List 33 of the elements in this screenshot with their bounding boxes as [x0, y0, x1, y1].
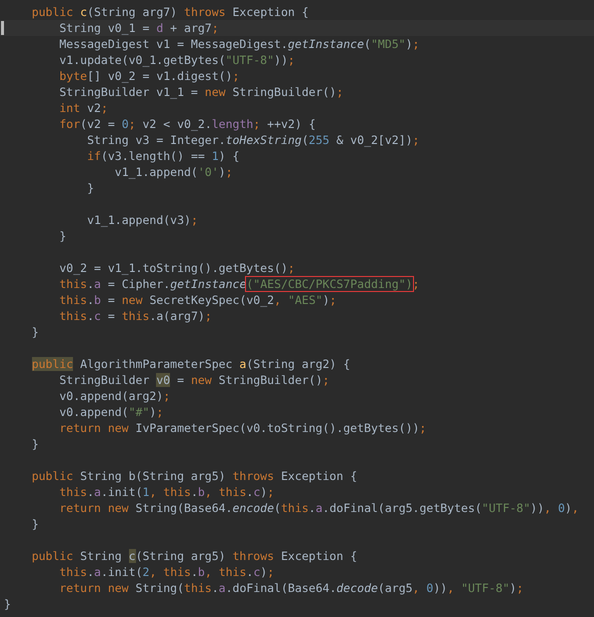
code-line: public AlgorithmParameterSpec a(String arg2) { [32, 356, 350, 372]
code-line: this.b = new SecretKeySpec(v0_2, "AES"); [59, 292, 336, 308]
code-line: v1_1.append(v3); [87, 212, 198, 228]
code-line: this.c = this.a(arg7); [59, 308, 212, 324]
code-line: return new String(Base64.encode(this.a.doFinal(arg5.getBytes("UTF-8")), 0), [59, 500, 579, 516]
code-line: StringBuilder v0 = new StringBuilder(); [59, 372, 330, 388]
code-line: } [87, 180, 94, 196]
code-line: return new String(this.a.doFinal(Base64.decode(arg5, 0)), "UTF-8"); [59, 580, 524, 596]
code-line: public String c(String arg5) throws Exception { [32, 548, 358, 564]
code-line: this.a.init(1, this.b, this.c); [59, 484, 274, 500]
code-line: String v3 = Integer.toHexString(255 & v0_2[v2]); [87, 132, 420, 148]
code-line: byte[] v0_2 = v1.digest(); [59, 68, 240, 84]
code-line: if(v3.length() == 1) { [87, 148, 240, 164]
code-line: StringBuilder v1_1 = new StringBuilder(); [59, 84, 344, 100]
code-line: for(v2 = 0; v2 < v0_2.length; ++v2) { [59, 116, 316, 132]
code-line: } [32, 516, 39, 532]
code-line: public String b(String arg5) throws Exception { [32, 468, 358, 484]
code-line: v0.append(arg2); [59, 388, 170, 404]
code-line: } [32, 436, 39, 452]
code-line: v1.update(v0_1.getBytes("UTF-8")); [59, 52, 295, 68]
code-line: int v2; [59, 100, 108, 116]
code-line: v0_2 = v1_1.toString().getBytes(); [59, 260, 295, 276]
code-line: } [32, 324, 39, 340]
code-line: MessageDigest v1 = MessageDigest.getInstance("MD5"); [59, 36, 420, 52]
code-line: } [4, 596, 11, 612]
code-line: this.a.init(2, this.b, this.c); [59, 564, 274, 580]
code-line: this.a = Cipher.getInstance("AES/CBC/PKCS7Padding"); [59, 276, 420, 292]
code-line: v1_1.append('0'); [114, 164, 233, 180]
code-line: String v0_1 = d + arg7; [59, 20, 219, 36]
code-line: v0.append("#"); [59, 404, 164, 420]
code-line: } [59, 228, 66, 244]
code-line: public c(String arg7) throws Exception { [32, 4, 309, 20]
code-line: return new IvParameterSpec(v0.toString().getBytes()); [59, 420, 426, 436]
